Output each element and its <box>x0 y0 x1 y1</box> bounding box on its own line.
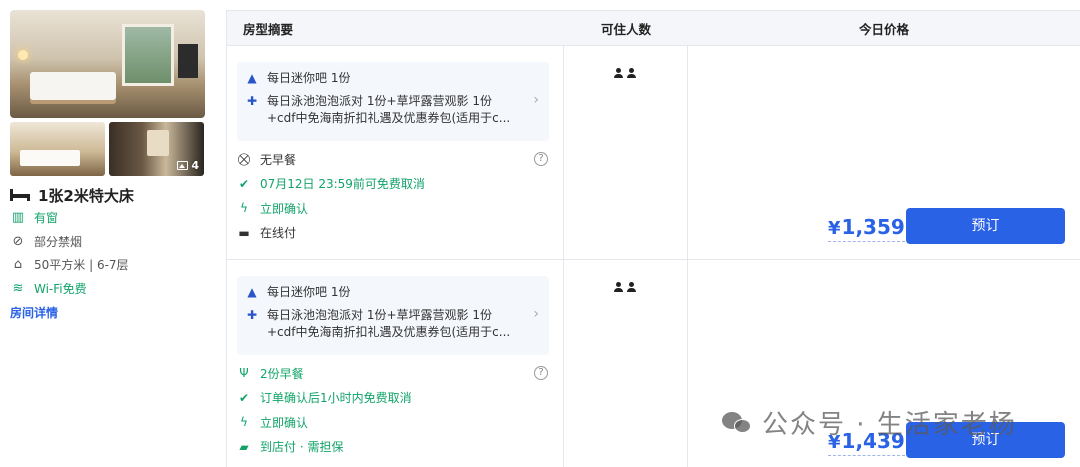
area-icon: ⌂ <box>13 257 23 273</box>
two-guests-icon <box>614 282 636 292</box>
book-button[interactable]: 预订 <box>906 208 1065 244</box>
payment-policy: ▬ 在线付 <box>238 225 297 241</box>
rate-row: ▲ 每日迷你吧 1份 ✚ 每日泳池泡泡派对 1份+草坪露营观影 1份 +cdf中… <box>227 46 1080 260</box>
book-button[interactable]: 预订 <box>906 422 1065 458</box>
rate-table: 房型摘要 可住人数 今日价格 ▲ 每日迷你吧 1份 ✚ 每日泳池泡泡派对 1份+… <box>226 10 1080 467</box>
lightning-icon: ϟ <box>240 201 248 216</box>
rate-summary-cell: ▲ 每日迷你吧 1份 ✚ 每日泳池泡泡派对 1份+草坪露营观影 1份 +cdf中… <box>227 46 564 259</box>
gift-icon: ✚ <box>246 308 258 322</box>
perks-box[interactable]: ▲ 每日迷你吧 1份 ✚ 每日泳池泡泡派对 1份+草坪露营观影 1份 +cdf中… <box>237 276 549 355</box>
card-icon: ▬ <box>238 225 250 240</box>
no-smoking-icon: ⊘ <box>12 233 24 249</box>
help-icon[interactable]: ? <box>534 366 548 380</box>
breakfast-icon: Ψ <box>239 366 249 381</box>
no-breakfast-icon: ⛒ <box>237 151 251 166</box>
room-name: 1张2米特大床 <box>10 184 205 206</box>
price-cell: ¥1,359 预订 <box>688 46 1080 259</box>
help-icon[interactable]: ? <box>534 152 548 166</box>
pay-at-hotel-icon: ▰ <box>239 439 249 454</box>
two-guests-icon <box>614 68 636 78</box>
photo-count-badge: 4 <box>177 159 199 172</box>
perk-item: ▲ 每日迷你吧 1份 <box>245 70 519 87</box>
meal-policy: Ψ 2份早餐 ? <box>237 361 549 386</box>
lightning-icon: ϟ <box>240 415 248 430</box>
rate-summary-cell: ▲ 每日迷你吧 1份 ✚ 每日泳池泡泡派对 1份+草坪露营观影 1份 +cdf中… <box>227 260 564 467</box>
chevron-right-icon[interactable]: › <box>533 92 539 108</box>
header-guests: 可住人数 <box>600 21 651 37</box>
perk-item: ✚ 每日泳池泡泡派对 1份+草坪露营观影 1份 +cdf中免海南折扣礼遇及优惠券… <box>246 308 511 339</box>
rate-row: ▲ 每日迷你吧 1份 ✚ 每日泳池泡泡派对 1份+草坪露营观影 1份 +cdf中… <box>227 260 1080 467</box>
chevron-right-icon[interactable]: › <box>533 306 539 322</box>
room-thumbnail-1[interactable] <box>10 122 105 176</box>
room-thumbnail-2[interactable]: 4 <box>109 122 204 176</box>
confirm-policy: ϟ 立即确认 <box>237 410 549 435</box>
guests-cell <box>564 46 688 259</box>
table-header: 房型摘要 可住人数 今日价格 <box>227 11 1080 46</box>
perk-item: ✚ 每日泳池泡泡派对 1份+草坪露营观影 1份 +cdf中免海南折扣礼遇及优惠券… <box>246 94 511 125</box>
cancel-policy: ✔ 07月12日 23:59前可免费取消 <box>238 176 425 192</box>
feature-area: ⌂ 50平方米 | 6-7层 <box>10 253 205 277</box>
perks-box[interactable]: ▲ 每日迷你吧 1份 ✚ 每日泳池泡泡派对 1份+草坪露营观影 1份 +cdf中… <box>237 62 549 141</box>
perk-item: ▲ 每日迷你吧 1份 <box>245 284 519 301</box>
minibar-icon: ▲ <box>247 285 257 299</box>
image-icon <box>177 161 189 170</box>
feature-smoking: ⊘ 部分禁烟 <box>10 230 205 254</box>
guests-cell <box>564 260 688 467</box>
window-icon: ▥ <box>11 210 25 226</box>
cancel-policy: ✔ 订单确认后1小时内免费取消 <box>238 390 412 406</box>
price: ¥1,439 <box>828 430 905 456</box>
price-cell: ¥1,439 预订 <box>688 260 1080 467</box>
minibar-icon: ▲ <box>247 71 257 85</box>
room-main-photo[interactable] <box>10 10 205 118</box>
feature-window: ▥ 有窗 <box>11 210 59 226</box>
meal-policy: ⛒ 无早餐 ? <box>237 147 549 172</box>
room-info-panel: 4 1张2米特大床 ▥ 有窗 ⊘ 部分禁烟 ⌂ 50平方米 | 6-7层 ≋ W… <box>10 10 205 321</box>
confirm-policy: ϟ 立即确认 <box>237 196 549 221</box>
feature-wifi: ≋ Wi-Fi免费 <box>10 277 205 301</box>
check-circle-icon: ✔ <box>238 176 250 191</box>
bed-icon <box>10 189 30 201</box>
room-detail-link[interactable]: 房间详情 <box>10 304 58 321</box>
check-circle-icon: ✔ <box>238 390 250 405</box>
payment-policy: ▰ 到店付 · 需担保 <box>237 435 549 460</box>
gift-icon: ✚ <box>246 94 258 108</box>
price: ¥1,359 <box>828 216 905 242</box>
header-summary: 房型摘要 <box>243 21 294 37</box>
wifi-icon: ≋ <box>12 280 24 296</box>
header-price: 今日价格 <box>858 21 909 37</box>
